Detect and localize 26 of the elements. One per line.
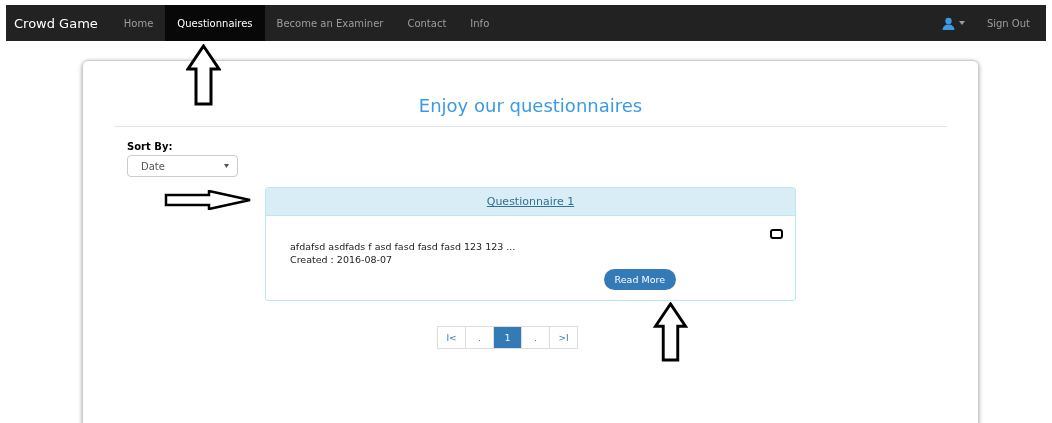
nav-link[interactable]: Questionnaires — [165, 5, 265, 41]
page-link[interactable]: . — [521, 326, 550, 349]
right-arrow-icon — [164, 190, 252, 210]
sort-select[interactable]: Date — [127, 155, 238, 177]
up-arrow-icon — [652, 302, 689, 362]
nav-link[interactable]: Home — [111, 5, 166, 41]
caret-icon — [958, 21, 965, 25]
nav-link[interactable]: Info — [458, 5, 502, 41]
read-more-button[interactable]: Read More — [603, 269, 676, 290]
page-link[interactable]: 1 — [493, 326, 522, 349]
sign-out-link[interactable]: Sign Out — [986, 17, 1030, 29]
user-menu-button[interactable] — [941, 16, 965, 30]
sort-label: Sort By: — [127, 141, 174, 152]
checkbox[interactable] — [770, 229, 783, 239]
questionnaire-summary: afdafsd asdfads f asd fasd fasd fasd 123 123 ... — [290, 240, 517, 253]
page-link[interactable]: . — [465, 326, 494, 349]
caret-icon — [224, 164, 229, 168]
page-link[interactable]: >I — [549, 326, 578, 349]
nav-link[interactable]: Become an Examiner — [264, 5, 396, 41]
brand[interactable]: Crowd Game — [6, 5, 112, 41]
page-link[interactable]: I< — [437, 326, 466, 349]
up-arrow-icon — [186, 44, 221, 106]
user-icon — [941, 16, 955, 30]
questionnaire-title-link[interactable]: Questionnaire 1 — [486, 195, 575, 208]
nav-link[interactable]: Contact — [395, 5, 459, 41]
created-date: Created : 2016-08-07 — [290, 253, 394, 266]
